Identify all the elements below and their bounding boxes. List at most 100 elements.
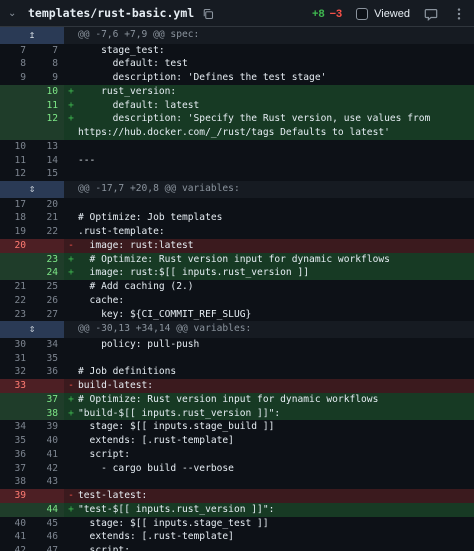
old-line-number[interactable]: 11: [0, 153, 32, 168]
new-line-number[interactable]: [32, 379, 64, 393]
old-line-number[interactable]: [0, 502, 32, 517]
code-text: policy: pull-push: [78, 338, 200, 350]
new-line-number[interactable]: 46: [32, 530, 64, 544]
expand-up-icon[interactable]: ↥: [0, 27, 64, 44]
new-line-number[interactable]: 41: [32, 447, 64, 462]
old-line-number[interactable]: 23: [0, 307, 32, 322]
old-line-number[interactable]: 12: [0, 167, 32, 181]
code-text: build-latest:: [78, 379, 474, 393]
copy-icon[interactable]: [202, 7, 214, 20]
old-line-number[interactable]: [0, 98, 32, 113]
old-line-number[interactable]: 20: [0, 238, 32, 253]
old-line-number[interactable]: [0, 84, 32, 99]
file-path[interactable]: templates/rust-basic.yml: [28, 6, 194, 20]
new-line-number[interactable]: 14: [32, 153, 64, 168]
new-line-number[interactable]: 10: [32, 84, 64, 99]
new-line-number[interactable]: 44: [32, 502, 64, 517]
new-line-number[interactable]: 12: [32, 112, 64, 140]
hunk-header: ↥ @@ -7,6 +7,9 @@ spec:: [0, 27, 474, 44]
new-line-number[interactable]: 21: [32, 211, 64, 225]
chevron-down-icon[interactable]: ⌄: [8, 8, 22, 19]
diff-sign: [64, 280, 78, 294]
old-line-number[interactable]: 30: [0, 337, 32, 352]
new-line-number[interactable]: 38: [32, 406, 64, 421]
old-line-number[interactable]: 40: [0, 516, 32, 531]
new-line-number[interactable]: 15: [32, 167, 64, 181]
new-line-number[interactable]: 13: [32, 139, 64, 154]
expand-both-icon[interactable]: ⇕: [0, 181, 64, 198]
new-line-number[interactable]: 27: [32, 307, 64, 322]
new-line-number[interactable]: 37: [32, 392, 64, 407]
old-line-number[interactable]: 7: [0, 43, 32, 58]
context-line: 30 34 policy: pull-push: [0, 337, 474, 352]
old-line-number[interactable]: [0, 392, 32, 407]
file-header-actions: +8 −3 Viewed: [312, 0, 466, 27]
old-line-number[interactable]: 8: [0, 57, 32, 71]
old-line-number[interactable]: 41: [0, 530, 32, 544]
context-line: 42 47 script:: [0, 544, 474, 551]
new-line-number[interactable]: 20: [32, 197, 64, 212]
new-line-number[interactable]: 45: [32, 516, 64, 531]
viewed-label[interactable]: Viewed: [374, 8, 410, 20]
new-line-number[interactable]: 23: [32, 252, 64, 267]
expand-both-icon[interactable]: ⇕: [0, 321, 64, 338]
added-line: 12 + description: 'Specify the Rust versi…: [0, 112, 474, 140]
new-line-number[interactable]: 7: [32, 43, 64, 58]
old-line-number[interactable]: [0, 406, 32, 421]
code-text: default: latest: [78, 98, 474, 113]
old-line-number[interactable]: 35: [0, 434, 32, 448]
diff-sign: [64, 475, 78, 489]
new-line-number[interactable]: [32, 489, 64, 503]
old-line-number[interactable]: [0, 252, 32, 267]
new-line-number[interactable]: 43: [32, 475, 64, 489]
old-line-number[interactable]: 33: [0, 379, 32, 393]
diff-sign: [64, 294, 78, 308]
old-line-number[interactable]: 22: [0, 293, 32, 308]
diff-sign: [64, 198, 78, 212]
old-line-number[interactable]: 18: [0, 211, 32, 225]
comment-icon[interactable]: [424, 7, 438, 21]
context-line: 40 45 stage: $[[ inputs.stage_test ]]: [0, 516, 474, 531]
old-line-number[interactable]: [0, 112, 32, 140]
old-line-number[interactable]: 21: [0, 280, 32, 294]
code-text: image: rust:latest: [78, 238, 474, 253]
context-line: 12 15: [0, 167, 474, 181]
viewed-checkbox[interactable]: [356, 7, 369, 20]
diff-sign: +: [64, 502, 78, 517]
new-line-number[interactable]: 11: [32, 98, 64, 113]
old-line-number[interactable]: 32: [0, 365, 32, 379]
diff-sign: -: [64, 379, 78, 393]
old-line-number[interactable]: 36: [0, 447, 32, 462]
diff-body: ↥ @@ -7,6 +7,9 @@ spec: 7 7 stage_test: 8 8 d…: [0, 27, 474, 551]
new-line-number[interactable]: 39: [32, 420, 64, 434]
old-line-number[interactable]: 19: [0, 225, 32, 239]
new-line-number[interactable]: 9: [32, 71, 64, 85]
diff-sign: +: [64, 252, 78, 267]
kebab-menu-icon[interactable]: [452, 7, 466, 21]
old-line-number[interactable]: 31: [0, 351, 32, 366]
new-line-number[interactable]: 8: [32, 57, 64, 71]
new-line-number[interactable]: 36: [32, 365, 64, 379]
old-line-number[interactable]: 39: [0, 489, 32, 503]
old-line-number[interactable]: 37: [0, 461, 32, 476]
new-line-number[interactable]: 22: [32, 225, 64, 239]
old-line-number[interactable]: 10: [0, 139, 32, 154]
new-line-number[interactable]: 42: [32, 461, 64, 476]
old-line-number[interactable]: 34: [0, 420, 32, 434]
new-line-number[interactable]: 24: [32, 266, 64, 280]
old-line-number[interactable]: [0, 266, 32, 280]
new-line-number[interactable]: 47: [32, 544, 64, 551]
old-line-number[interactable]: 38: [0, 475, 32, 489]
new-line-number[interactable]: [32, 238, 64, 253]
context-line: 31 35: [0, 351, 474, 366]
new-line-number[interactable]: 40: [32, 434, 64, 448]
new-line-number[interactable]: 34: [32, 337, 64, 352]
old-line-number[interactable]: 9: [0, 71, 32, 85]
context-line: 36 41 script:: [0, 447, 474, 462]
new-line-number[interactable]: 35: [32, 351, 64, 366]
old-line-number[interactable]: 17: [0, 197, 32, 212]
new-line-number[interactable]: 26: [32, 293, 64, 308]
old-line-number[interactable]: 42: [0, 544, 32, 551]
new-line-number[interactable]: 25: [32, 280, 64, 294]
